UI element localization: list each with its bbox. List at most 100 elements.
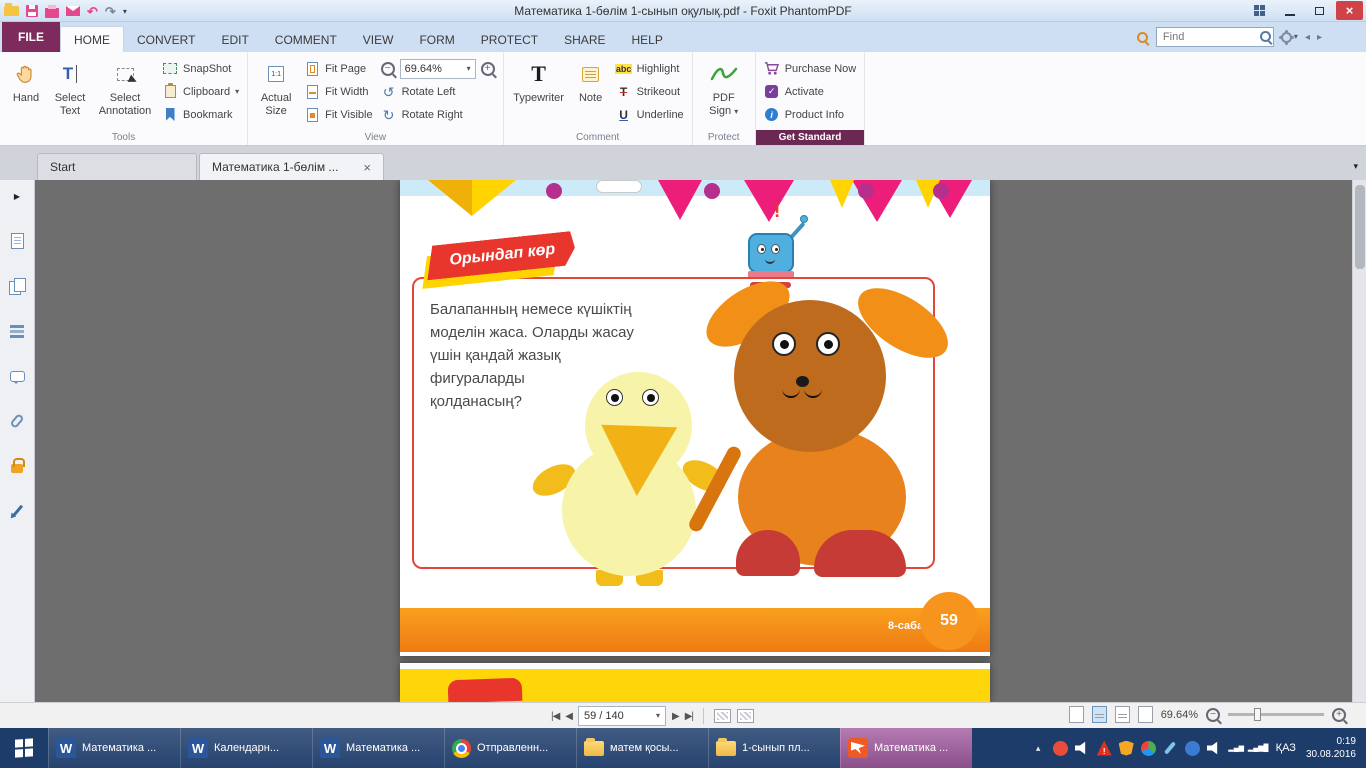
fit-page-button[interactable]: Fit Page	[300, 59, 376, 78]
previous-page-button[interactable]: ◀	[565, 711, 572, 722]
tab-help[interactable]: HELP	[618, 28, 675, 52]
continuous-facing-view-icon[interactable]	[1138, 706, 1153, 723]
customize-quick-access-dropdown[interactable]: ▾	[123, 3, 127, 19]
print-icon[interactable]	[45, 3, 59, 19]
pdf-page[interactable]: ! Орындап көр Балапанның немесе күшіктің…	[400, 180, 990, 656]
expand-panel-arrow-icon[interactable]: ▶	[8, 187, 26, 205]
activate-button[interactable]: ✓ Activate	[760, 82, 861, 101]
zoom-in-button[interactable]: +	[1332, 708, 1346, 722]
highlight-button[interactable]: abc Highlight	[612, 59, 688, 78]
typewriter-button[interactable]: T Typewriter	[508, 54, 570, 130]
taskbar-app-word-2[interactable]: W Календарн...	[180, 728, 312, 768]
purchase-now-button[interactable]: Purchase Now	[760, 59, 861, 78]
product-info-button[interactable]: i Product Info	[760, 105, 861, 124]
open-folder-icon[interactable]	[4, 3, 19, 19]
email-icon[interactable]	[66, 3, 80, 19]
pdf-sign-button[interactable]: PDF Sign ▾	[697, 54, 751, 130]
search-icon[interactable]	[1259, 30, 1272, 43]
previous-view-icon[interactable]	[714, 709, 731, 723]
tab-edit[interactable]: EDIT	[208, 28, 261, 52]
find-tool-icon[interactable]	[1136, 31, 1149, 44]
tab-protect[interactable]: PROTECT	[468, 28, 551, 52]
find-input[interactable]	[1156, 27, 1274, 47]
taskbar-app-chrome[interactable]: Отправленн...	[444, 728, 576, 768]
close-tab-icon[interactable]: ×	[363, 161, 371, 174]
tab-document[interactable]: Математика 1-бөлім ... ×	[199, 153, 384, 180]
select-annotation-button[interactable]: Select Annotation	[92, 54, 158, 130]
taskbar-app-foxit-active[interactable]: Математика ...	[840, 728, 972, 768]
save-icon[interactable]	[26, 3, 38, 19]
tray-foxit-icon[interactable]	[1053, 741, 1068, 756]
note-button[interactable]: Note	[570, 54, 612, 130]
taskbar-app-word-1[interactable]: W Математика ...	[48, 728, 180, 768]
tab-list-dropdown-icon[interactable]: ▾	[1353, 161, 1358, 172]
tab-form[interactable]: FORM	[406, 28, 467, 52]
page-number-combo[interactable]: 59 / 140 ▾	[578, 706, 666, 726]
continuous-page-view-icon[interactable]	[1092, 706, 1107, 723]
scrollbar-thumb[interactable]	[1355, 185, 1365, 269]
snapshot-button[interactable]: SnapShot	[158, 59, 243, 78]
tray-pen-icon[interactable]	[1163, 741, 1178, 756]
bookmark-button[interactable]: Bookmark	[158, 105, 243, 124]
tab-comment[interactable]: COMMENT	[262, 28, 350, 52]
tab-start-page[interactable]: Start	[37, 153, 197, 180]
maximize-button[interactable]	[1306, 1, 1333, 20]
zoom-in-icon[interactable]: +	[481, 62, 495, 76]
last-page-button[interactable]: ▶|	[685, 711, 693, 722]
actual-size-button[interactable]: 1:1 Actual Size	[252, 54, 300, 130]
settings-button[interactable]: ▾	[1281, 32, 1298, 43]
hidden-icons-chevron[interactable]: ▴	[1031, 741, 1046, 756]
next-view-icon[interactable]	[737, 709, 754, 723]
rotate-left-button[interactable]: ↺ Rotate Left	[377, 82, 499, 101]
taskbar-app-folder-1[interactable]: матем қосы...	[576, 728, 708, 768]
minimize-button[interactable]	[1276, 1, 1303, 20]
attachments-panel-button[interactable]	[8, 412, 26, 430]
tray-audio-icon[interactable]	[1207, 741, 1222, 756]
signature-panel-button[interactable]	[8, 502, 26, 520]
tray-network-icon[interactable]: ▂▄▆█	[1251, 741, 1266, 756]
redo-icon[interactable]: ↷	[105, 3, 116, 19]
first-page-button[interactable]: |◀	[551, 711, 559, 722]
fit-visible-button[interactable]: Fit Visible	[300, 105, 376, 124]
chevron-left-icon[interactable]: ◂	[1305, 32, 1310, 43]
tray-java-icon[interactable]	[1185, 741, 1200, 756]
tab-file[interactable]: FILE	[2, 22, 60, 52]
layers-panel-button[interactable]	[8, 322, 26, 340]
zoom-slider-thumb[interactable]	[1254, 708, 1261, 721]
zoom-level-combo[interactable]: 69.64% ▾	[400, 59, 476, 79]
rotate-right-button[interactable]: ↻ Rotate Right	[377, 105, 499, 124]
tray-warning-icon[interactable]: !	[1097, 741, 1112, 756]
zoom-out-icon[interactable]: −	[381, 62, 395, 76]
tray-volume-mixer-icon[interactable]	[1075, 741, 1090, 756]
chevron-right-icon[interactable]: ▸	[1317, 32, 1322, 43]
single-page-view-icon[interactable]	[1069, 706, 1084, 723]
language-indicator[interactable]: ҚАЗ	[1276, 742, 1296, 754]
tab-convert[interactable]: CONVERT	[124, 28, 208, 52]
facing-page-view-icon[interactable]	[1115, 706, 1130, 723]
bookmarks-panel-button[interactable]	[8, 232, 26, 250]
page-thumbnails-panel-button[interactable]	[8, 277, 26, 295]
tray-security-shield-icon[interactable]	[1119, 741, 1134, 756]
taskbar-app-word-3[interactable]: W Математика ...	[312, 728, 444, 768]
tab-home[interactable]: HOME	[60, 26, 124, 52]
comments-panel-button[interactable]	[8, 367, 26, 385]
fit-width-button[interactable]: Fit Width	[300, 82, 376, 101]
strikeout-button[interactable]: T Strikeout	[612, 82, 688, 101]
taskbar-app-folder-2[interactable]: 1-сынып пл...	[708, 728, 840, 768]
zoom-out-button[interactable]: −	[1206, 708, 1220, 722]
clipboard-button[interactable]: Clipboard ▾	[158, 82, 243, 101]
ribbon-display-options-button[interactable]	[1246, 1, 1273, 20]
taskbar-clock[interactable]: 0:19 30.08.2016	[1306, 735, 1356, 761]
next-page-button[interactable]: ▶	[672, 711, 679, 722]
underline-button[interactable]: U Underline	[612, 105, 688, 124]
close-button[interactable]: ×	[1336, 1, 1363, 20]
security-panel-button[interactable]	[8, 457, 26, 475]
tray-performance-icon[interactable]: ▂▄▆	[1229, 741, 1244, 756]
zoom-slider[interactable]	[1228, 713, 1324, 716]
tab-view[interactable]: VIEW	[350, 28, 407, 52]
hand-tool-button[interactable]: Hand	[4, 54, 48, 130]
pdf-next-page[interactable]	[400, 663, 990, 702]
undo-icon[interactable]: ↶	[87, 3, 98, 19]
start-button[interactable]	[0, 728, 48, 768]
tab-share[interactable]: SHARE	[551, 28, 618, 52]
